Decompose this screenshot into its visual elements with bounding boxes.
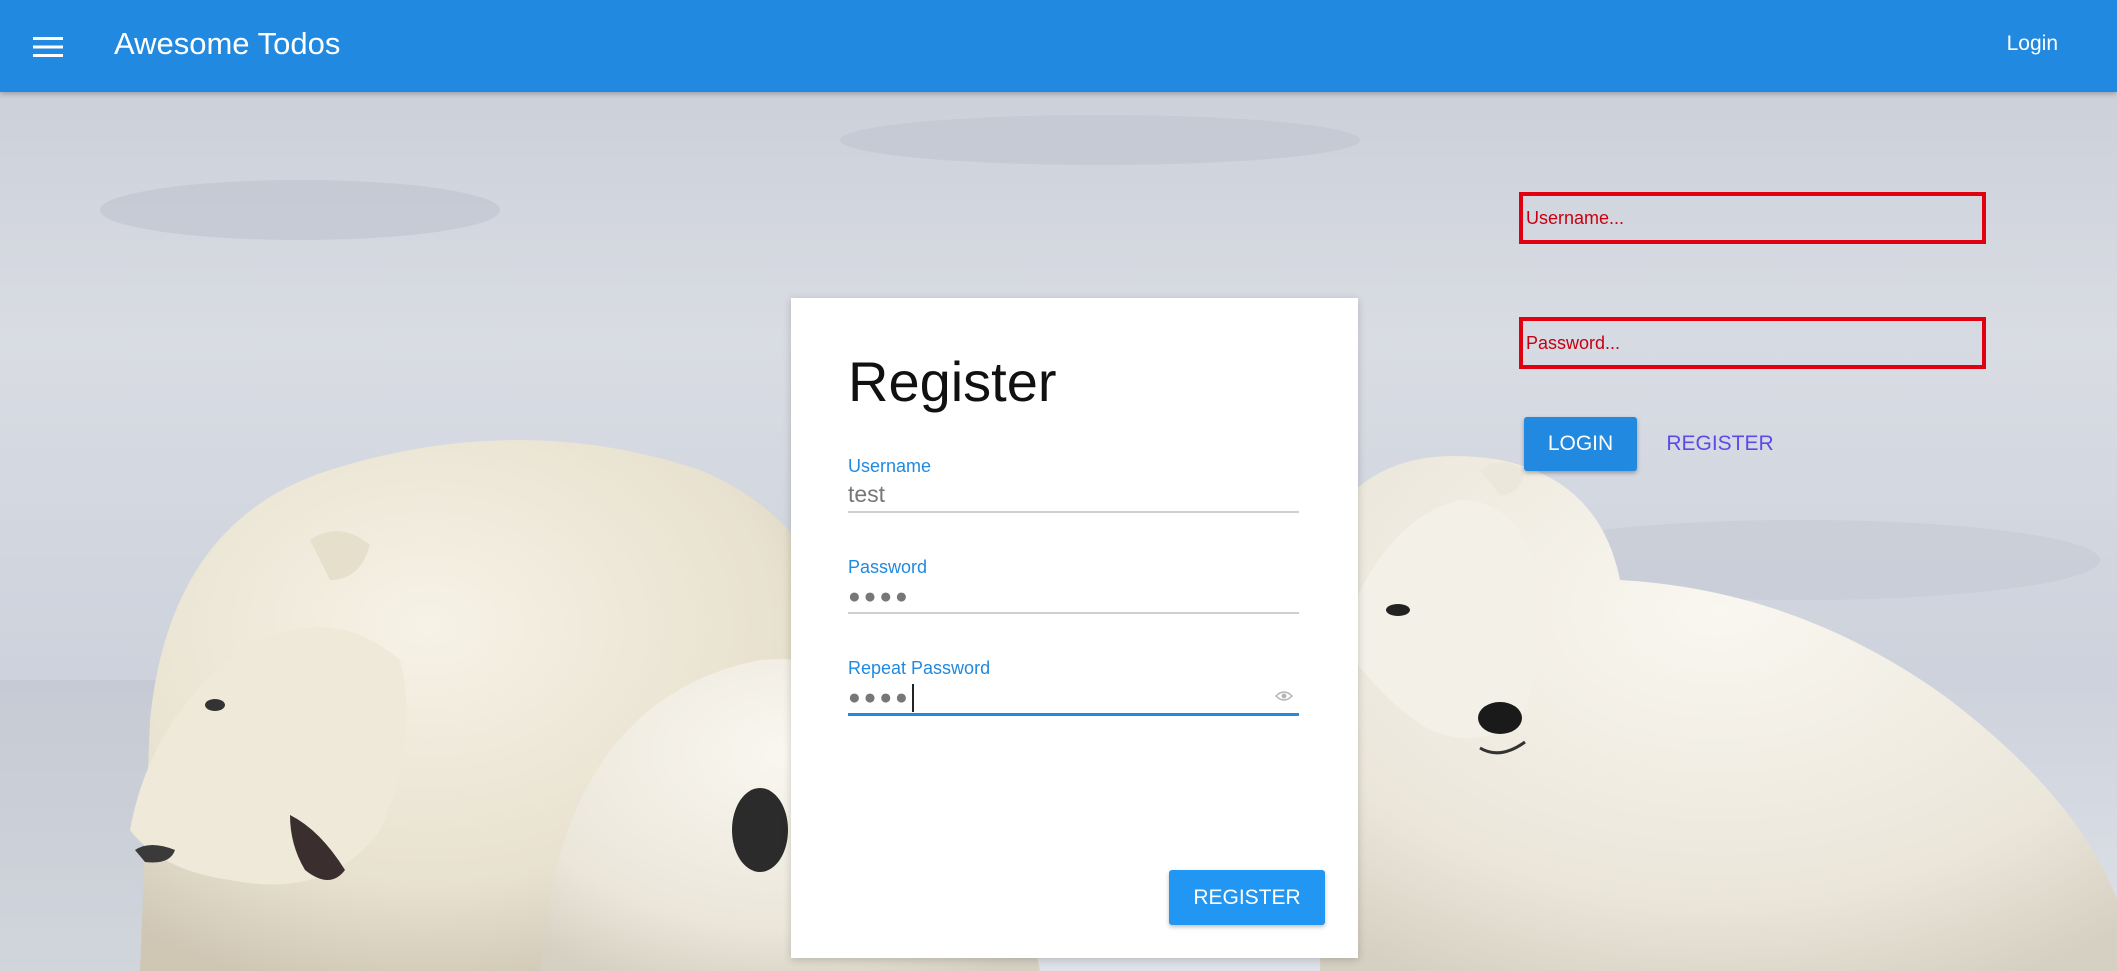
app-bar: Awesome Todos Login	[0, 0, 2117, 92]
register-card: Register Username test Password ●●●● Rep…	[791, 298, 1358, 958]
username-field[interactable]: Username test	[848, 455, 1299, 513]
repeat-password-input[interactable]: ●●●●	[848, 679, 1299, 716]
repeat-password-value: ●●●●	[848, 686, 911, 709]
register-title: Register	[848, 350, 1057, 413]
password-field[interactable]: Password ●●●●	[848, 556, 1299, 614]
password-input[interactable]: ●●●●	[848, 578, 1299, 614]
appbar-login-button[interactable]: Login	[2007, 28, 2058, 60]
page: Awesome Todos Login LOGIN REGISTER Regis…	[0, 0, 2117, 971]
hamburger-menu-icon	[33, 37, 63, 57]
app-title: Awesome Todos	[114, 26, 341, 61]
repeat-password-field[interactable]: Repeat Password ●●●●	[848, 657, 1299, 716]
side-username-input[interactable]	[1519, 192, 1986, 244]
username-value: test	[848, 481, 886, 507]
repeat-password-label: Repeat Password	[848, 658, 991, 678]
username-label: Username	[848, 456, 932, 476]
menu-button[interactable]	[28, 27, 68, 67]
side-login-button[interactable]: LOGIN	[1524, 417, 1637, 471]
side-register-button[interactable]: REGISTER	[1650, 417, 1790, 471]
register-submit-button[interactable]: REGISTER	[1169, 870, 1325, 925]
password-label: Password	[848, 557, 928, 577]
username-input[interactable]: test	[848, 477, 1299, 513]
password-value: ●●●●	[848, 585, 911, 608]
text-caret	[911, 683, 914, 712]
eye-icon[interactable]	[1275, 689, 1293, 703]
side-password-input[interactable]	[1519, 317, 1986, 369]
